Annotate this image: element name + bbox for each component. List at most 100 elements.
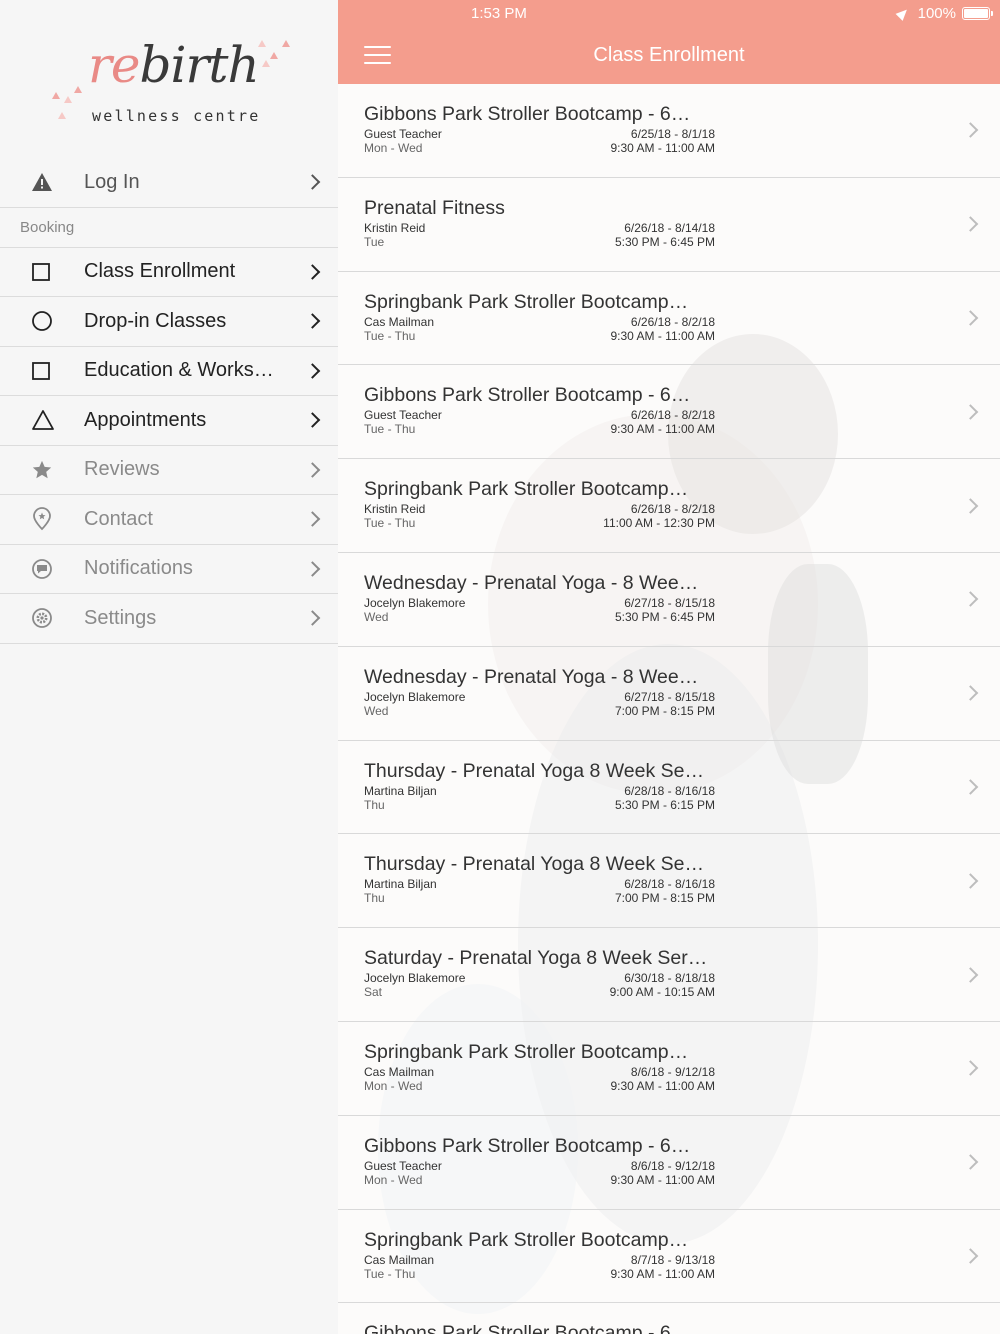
chevron-right-icon xyxy=(962,404,979,420)
class-dates: 8/6/18 - 9/12/18 xyxy=(630,1158,715,1173)
class-row[interactable]: Wednesday - Prenatal Yoga - 8 Wee… Jocely… xyxy=(338,646,1000,741)
class-dates: 6/26/18 - 8/14/18 xyxy=(624,220,715,235)
class-teacher: Cas Mailman xyxy=(364,1252,435,1267)
location-arrow-icon xyxy=(895,6,911,21)
menu-item-log-in[interactable]: Log In xyxy=(0,158,338,208)
class-row[interactable]: Gibbons Park Stroller Bootcamp - 6… Guest… xyxy=(338,1115,1000,1210)
class-title: Gibbons Park Stroller Bootcamp - 6… xyxy=(364,103,691,125)
class-time: 9:30 AM - 11:00 AM xyxy=(610,422,715,437)
status-indicators: 100% xyxy=(895,5,993,22)
chevron-right-icon xyxy=(304,461,321,478)
class-row[interactable]: Springbank Park Stroller Bootcamp… Cas Ma… xyxy=(338,1021,1000,1116)
class-row[interactable]: Thursday - Prenatal Yoga 8 Week Se… Marti… xyxy=(338,834,1000,929)
main-panel: 1:53 PM 100% Class Enrollment Gibbons Pa… xyxy=(338,0,1000,1334)
chevron-right-icon xyxy=(962,1060,979,1077)
section-header-booking: Booking xyxy=(0,208,338,248)
class-teacher: Cas Mailman xyxy=(364,1064,435,1079)
class-title: Wednesday - Prenatal Yoga - 8 Wee… xyxy=(364,571,699,594)
class-time: 7:00 PM - 8:15 PM xyxy=(614,703,715,718)
status-time: 1:53 PM xyxy=(471,5,527,22)
class-row[interactable]: Gibbons Park Stroller Bootcamp - 6… Guest… xyxy=(338,365,1000,460)
class-teacher: Kristin Reid xyxy=(364,502,426,517)
class-row[interactable]: Thursday - Prenatal Yoga 8 Week Se… Marti… xyxy=(338,740,1000,835)
menu-item-label: Log In xyxy=(84,170,140,193)
chevron-right-icon xyxy=(962,1154,979,1170)
menu-item-label: Drop-in Classes xyxy=(84,309,227,332)
class-time: 9:30 AM - 11:00 AM xyxy=(610,1078,715,1093)
logo-subtitle: wellness centre xyxy=(92,107,261,125)
class-days: Tue - Thu xyxy=(364,516,416,531)
logo-confetti xyxy=(262,60,270,67)
class-row[interactable]: Gibbons Park Stroller Bootcamp - 6… Guest… xyxy=(338,84,1000,178)
menu-item-label: Contact xyxy=(84,507,153,530)
class-dates: 6/27/18 - 8/15/18 xyxy=(624,595,715,610)
battery-percent: 100% xyxy=(917,5,956,22)
class-row[interactable]: Springbank Park Stroller Bootcamp… Cas Ma… xyxy=(338,271,1000,366)
menu-list: Log In Booking Class Enrollment Drop-in … xyxy=(0,158,338,644)
chevron-right-icon xyxy=(304,560,321,577)
class-days: Tue - Thu xyxy=(364,422,416,437)
class-time: 9:30 AM - 11:00 AM xyxy=(610,141,715,155)
menu-item-appointments[interactable]: Appointments xyxy=(0,396,338,446)
class-days: Mon - Wed xyxy=(364,141,423,155)
logo: rebirth wellness centre xyxy=(0,0,338,158)
menu-item-label: Education & Works… xyxy=(84,359,274,382)
class-days: Wed xyxy=(364,609,389,624)
menu-item-label: Notifications xyxy=(84,557,193,580)
menu-item-contact[interactable]: Contact xyxy=(0,495,338,545)
class-days: Tue - Thu xyxy=(364,1266,416,1281)
class-title: Thursday - Prenatal Yoga 8 Week Se… xyxy=(364,759,705,782)
menu-item-reviews[interactable]: Reviews xyxy=(0,445,338,495)
gear-icon xyxy=(0,594,84,643)
class-days: Tue xyxy=(364,234,385,249)
class-dates: 6/26/18 - 8/2/18 xyxy=(630,408,715,423)
class-teacher: Jocelyn Blakemore xyxy=(364,595,466,610)
class-teacher: Kristin Reid xyxy=(364,220,426,235)
triangle-icon xyxy=(0,396,84,445)
menu-item-class-enrollment[interactable]: Class Enrollment xyxy=(0,247,338,297)
menu-item-settings[interactable]: Settings xyxy=(0,594,338,644)
class-teacher: Cas Mailman xyxy=(364,314,435,329)
class-dates: 6/25/18 - 8/1/18 xyxy=(630,127,715,141)
class-dates: 6/30/18 - 8/18/18 xyxy=(624,971,715,986)
chevron-right-icon xyxy=(962,872,979,889)
chevron-right-icon xyxy=(304,313,321,330)
chevron-right-icon xyxy=(962,779,979,795)
class-teacher: Martina Biljan xyxy=(364,877,437,892)
class-title: Springbank Park Stroller Bootcamp… xyxy=(364,478,689,501)
class-row[interactable]: Wednesday - Prenatal Yoga - 8 Wee… Jocely… xyxy=(338,552,1000,647)
class-time: 9:30 AM - 11:00 AM xyxy=(610,1266,715,1281)
menu-item-label: Settings xyxy=(84,606,157,629)
class-time: 5:30 PM - 6:45 PM xyxy=(614,234,715,249)
logo-confetti xyxy=(282,40,290,47)
menu-item-drop-in-classes[interactable]: Drop-in Classes xyxy=(0,297,338,347)
chevron-right-icon xyxy=(304,174,321,191)
class-days: Sat xyxy=(364,985,383,1000)
location-pin-icon xyxy=(0,495,84,544)
class-dates: 6/28/18 - 8/16/18 xyxy=(624,783,715,798)
class-row[interactable]: Springbank Park Stroller Bootcamp… Cas Ma… xyxy=(338,1209,1000,1304)
page-title: Class Enrollment xyxy=(593,44,745,66)
square-icon xyxy=(0,248,84,297)
logo-confetti xyxy=(258,40,266,47)
class-list: Gibbons Park Stroller Bootcamp - 6… Guest… xyxy=(338,84,1000,1334)
class-title: Wednesday - Prenatal Yoga - 8 Wee… xyxy=(364,665,699,688)
class-row[interactable]: Prenatal Fitness Kristin Reid Tue 6/26/18 -… xyxy=(338,177,1000,272)
class-teacher: Guest Teacher xyxy=(364,408,442,423)
class-dates: 6/27/18 - 8/15/18 xyxy=(624,689,715,704)
class-teacher: Guest Teacher xyxy=(364,1158,442,1173)
logo-confetti xyxy=(52,92,60,99)
menu-item-education-workshops[interactable]: Education & Works… xyxy=(0,346,338,396)
menu-item-notifications[interactable]: Notifications xyxy=(0,544,338,594)
class-row[interactable]: Springbank Park Stroller Bootcamp… Kristi… xyxy=(338,459,1000,553)
chevron-right-icon xyxy=(304,362,321,379)
class-time: 9:30 AM - 11:00 AM xyxy=(610,1172,715,1187)
class-row[interactable]: Gibbons Park Stroller Bootcamp - 6… xyxy=(338,1303,1000,1334)
class-teacher: Jocelyn Blakemore xyxy=(364,971,466,986)
battery-icon xyxy=(962,7,993,20)
class-title: Springbank Park Stroller Bootcamp… xyxy=(364,290,689,313)
chevron-right-icon xyxy=(304,511,321,528)
class-row[interactable]: Saturday - Prenatal Yoga 8 Week Ser… Joce… xyxy=(338,928,1000,1022)
class-days: Thu xyxy=(364,797,385,812)
chevron-right-icon xyxy=(962,591,979,608)
